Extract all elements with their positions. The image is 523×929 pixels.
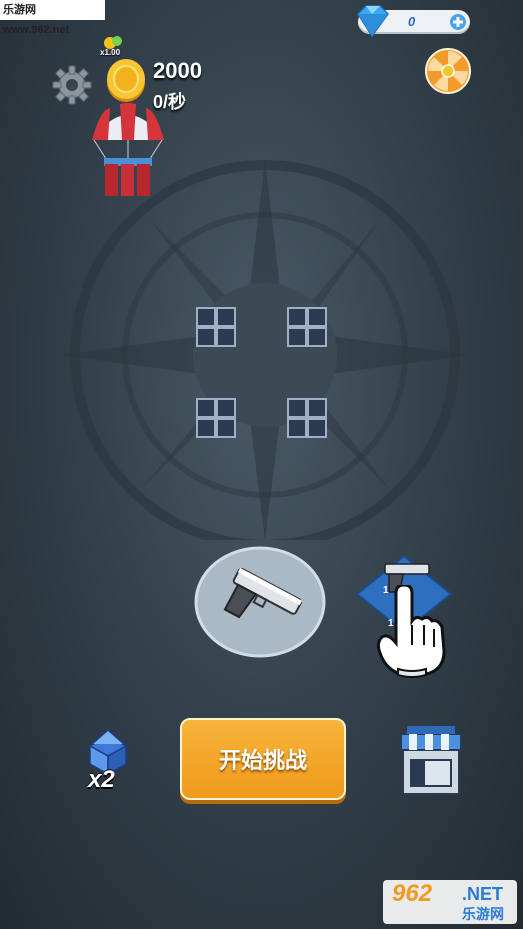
gold-coin-icon xyxy=(107,59,145,102)
start-challenge-button[interactable]: 开始挑战 xyxy=(180,718,346,800)
airdrop-parachute-icon[interactable] xyxy=(90,100,166,200)
diamond-gem-icon xyxy=(357,5,389,38)
watermark-top: 乐游网 www.962.net xyxy=(0,0,105,36)
buy-pistol-button[interactable] xyxy=(193,545,327,659)
gem-count: 0 xyxy=(408,14,416,29)
lucky-wheel-icon[interactable] xyxy=(424,47,472,95)
merge-slot[interactable] xyxy=(196,398,236,438)
coin-balance: 2000 xyxy=(153,58,202,83)
background-emblem xyxy=(60,160,470,540)
merge-slot[interactable] xyxy=(287,307,327,347)
merge-slot[interactable] xyxy=(196,307,236,347)
watermark-bottom-number: 962 xyxy=(392,880,433,907)
shop-store-icon[interactable] xyxy=(399,724,463,796)
merge-slot[interactable] xyxy=(287,398,327,438)
tap-hand-icon xyxy=(376,585,446,678)
chest-multiplier: x2 xyxy=(88,766,115,793)
multiplier-label: x1.00 xyxy=(100,48,121,57)
add-plus-icon[interactable] xyxy=(449,13,467,31)
settings-gear-icon[interactable] xyxy=(52,65,92,105)
watermark-bottom-cn: 乐游网 xyxy=(462,906,504,922)
watermark-bottom-net: .NET xyxy=(462,884,504,904)
